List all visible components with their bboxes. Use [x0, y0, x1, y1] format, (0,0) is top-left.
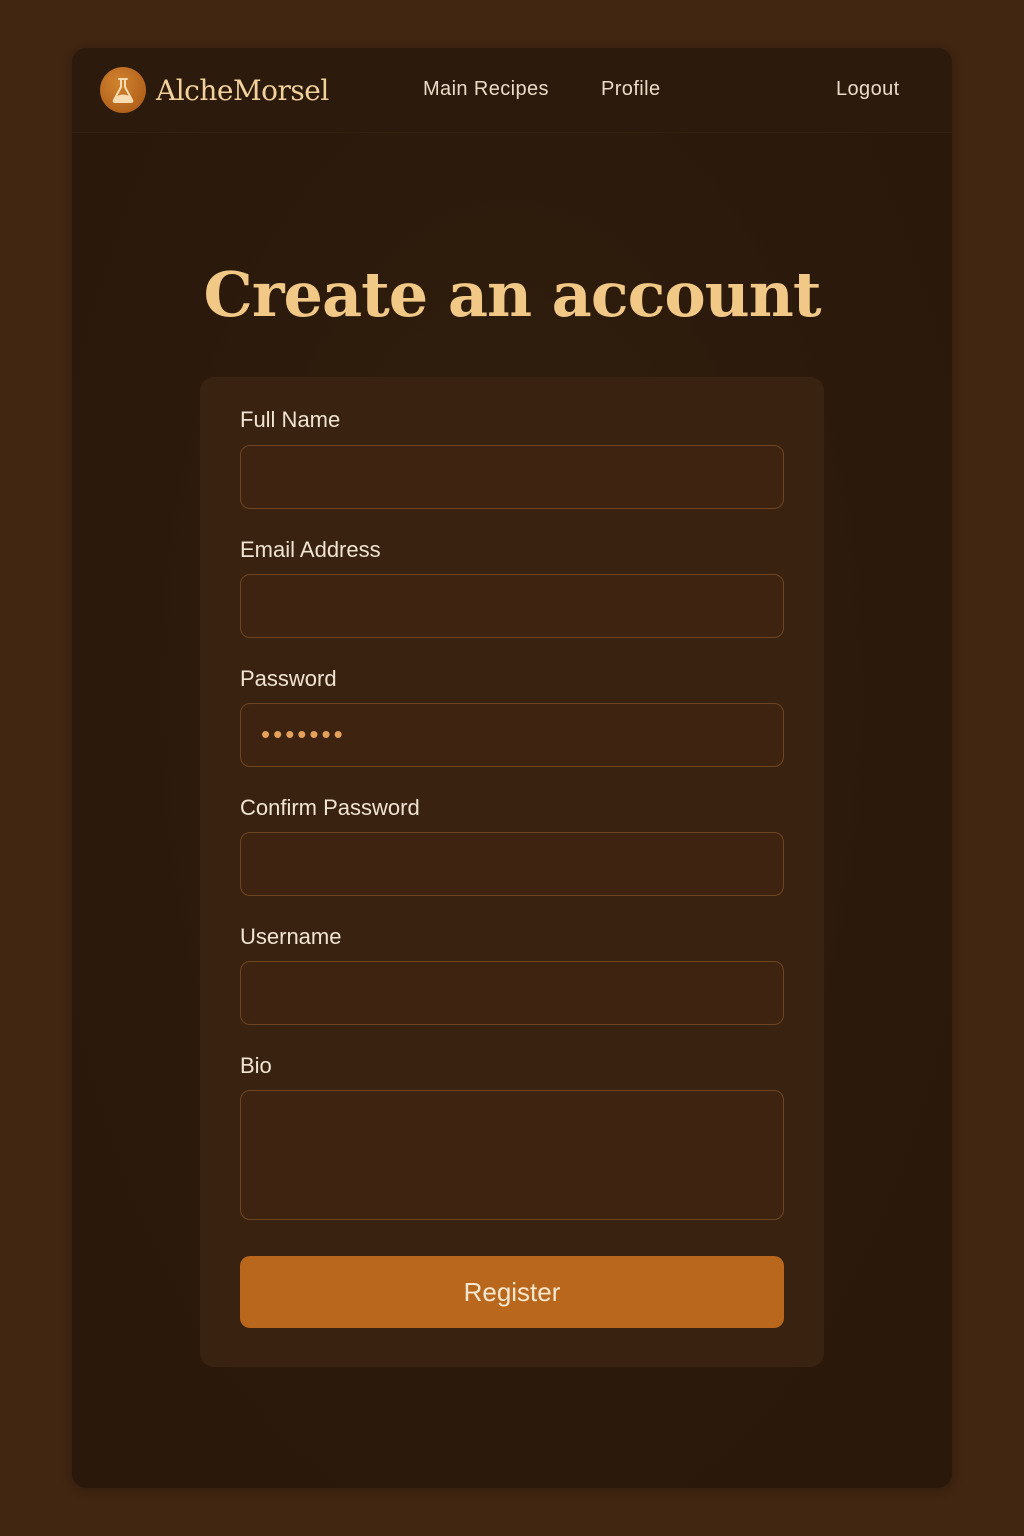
bio-textarea[interactable] — [240, 1090, 784, 1220]
app-window: AlcheMorsel Main Recipes Profile Logout … — [72, 48, 952, 1488]
brand-name: AlcheMorsel — [156, 73, 329, 107]
confirm-password-input[interactable] — [240, 832, 784, 896]
username-label: Username — [240, 924, 342, 949]
password-label: Password — [240, 666, 337, 691]
email-label: Email Address — [240, 537, 381, 562]
nav-main-recipes[interactable]: Main Recipes — [423, 78, 549, 101]
nav-profile[interactable]: Profile — [601, 78, 661, 101]
username-input[interactable] — [240, 961, 784, 1025]
top-nav: AlcheMorsel Main Recipes Profile Logout — [72, 48, 952, 133]
password-input[interactable]: ••••••• — [240, 703, 784, 767]
nav-logout[interactable]: Logout — [836, 78, 900, 101]
email-input[interactable] — [240, 574, 784, 638]
register-button[interactable]: Register — [240, 1256, 784, 1328]
registration-form: Full Name Email Address Password •••••••… — [200, 377, 824, 1367]
confirm-password-label: Confirm Password — [240, 795, 420, 820]
brand[interactable]: AlcheMorsel — [100, 66, 329, 114]
bio-label: Bio — [240, 1053, 272, 1078]
full-name-input[interactable] — [240, 445, 784, 509]
alchemy-flask-icon — [100, 67, 146, 113]
full-name-label: Full Name — [240, 407, 341, 432]
password-masked-value: ••••••• — [261, 719, 346, 749]
page-title: Create an account — [203, 258, 822, 331]
